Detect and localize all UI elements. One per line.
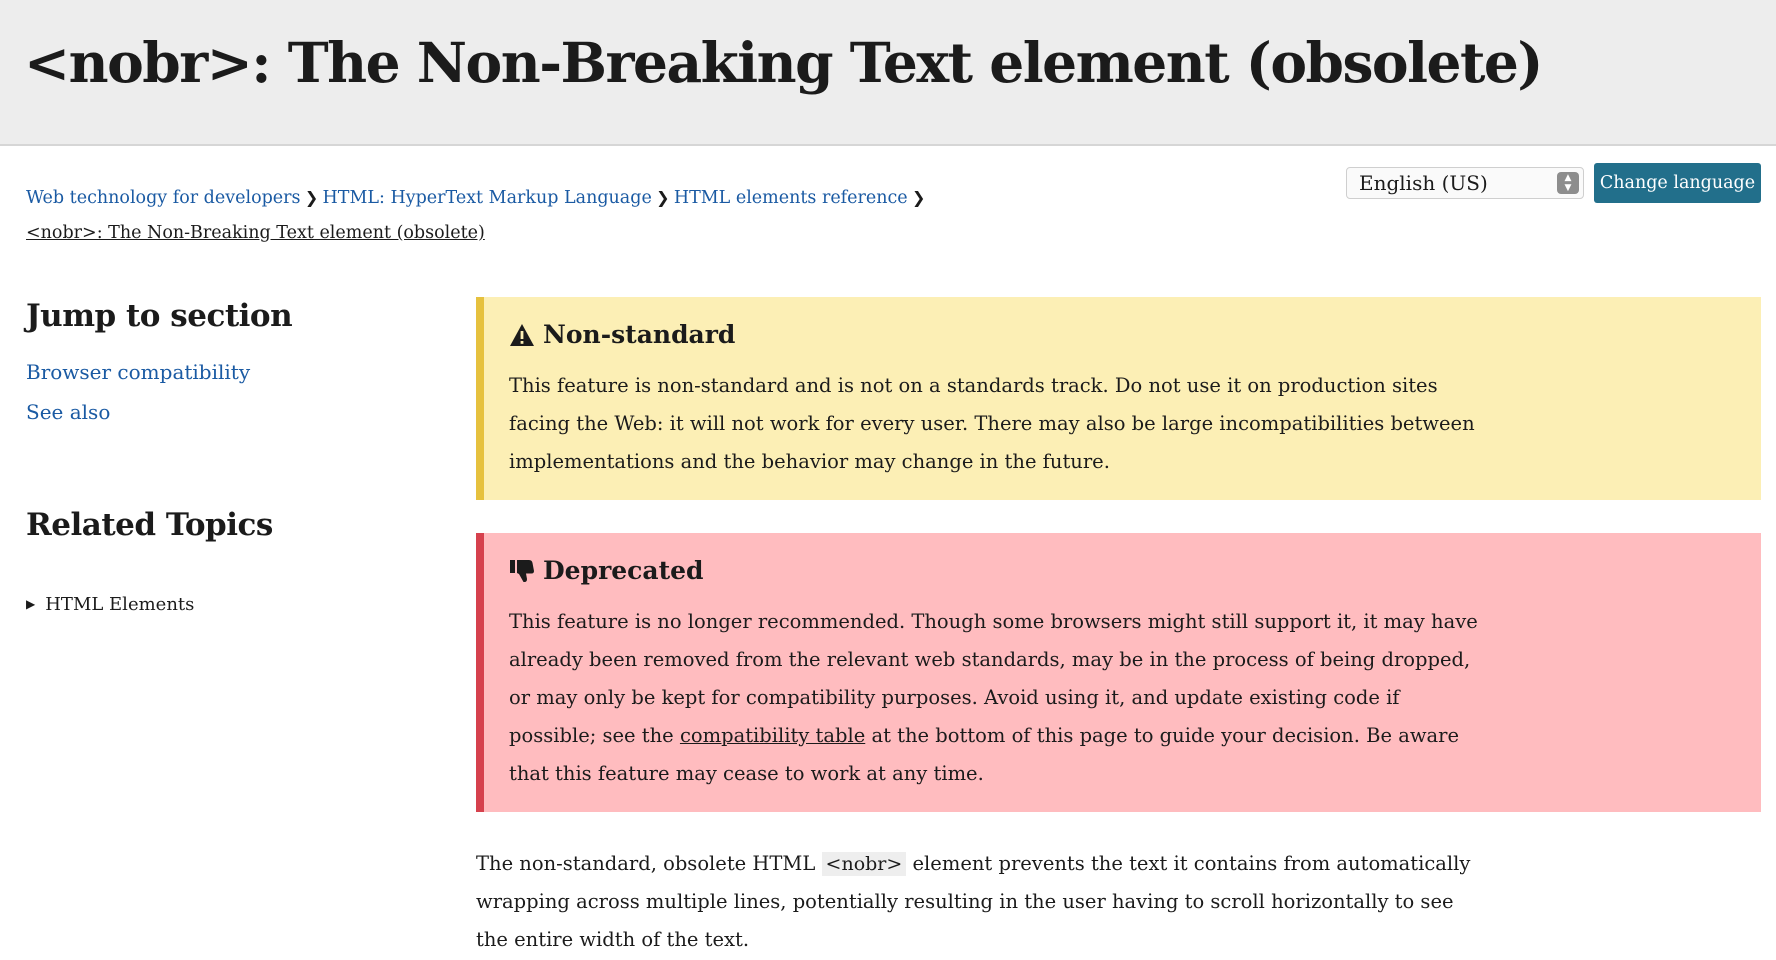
chevron-right-icon: ❯ xyxy=(304,188,319,207)
jump-link-browser-compatibility[interactable]: Browser compatibility xyxy=(26,360,250,384)
nonstandard-notice-body: This feature is non-standard and is not … xyxy=(509,374,1475,473)
chevron-right-icon: ❯ xyxy=(656,188,670,207)
compatibility-table-link[interactable]: compatibility table xyxy=(680,724,865,747)
deprecated-notice-body: This feature is no longer recommended. T… xyxy=(509,603,1489,793)
intro-text: The non-standard, obsolete HTML xyxy=(476,852,816,875)
deprecated-notice-title-text: Deprecated xyxy=(543,556,704,585)
breadcrumb-link-html[interactable]: HTML: HyperText Markup Language xyxy=(323,188,652,208)
breadcrumb-link-web-technology[interactable]: Web technology for developers xyxy=(26,188,301,208)
chevron-right-icon: ❯ xyxy=(911,188,926,207)
jump-to-section-heading: Jump to section xyxy=(26,298,293,334)
related-topic-label: HTML Elements xyxy=(45,594,195,615)
deprecated-notice-title: Deprecated xyxy=(509,556,704,585)
nonstandard-notice: Non-standard This feature is non-standar… xyxy=(476,297,1761,500)
change-language-button[interactable]: Change language xyxy=(1594,163,1761,203)
select-arrows-icon: ▲ ▼ xyxy=(1557,172,1579,194)
intro-paragraph: The non-standard, obsolete HTML <nobr> e… xyxy=(476,845,1476,959)
breadcrumb-link-elements-reference[interactable]: HTML elements reference xyxy=(674,188,908,208)
breadcrumb-current-page[interactable]: <nobr>: The Non-Breaking Text element (o… xyxy=(26,223,485,243)
title-bar: <nobr>: The Non-Breaking Text element (o… xyxy=(0,0,1776,146)
related-topic-html-elements[interactable]: ▶ HTML Elements xyxy=(26,594,194,615)
warning-icon xyxy=(510,323,534,346)
related-topics-heading: Related Topics xyxy=(26,507,273,543)
disclosure-triangle-icon: ▶ xyxy=(26,597,36,611)
jump-link-see-also[interactable]: See also xyxy=(26,400,110,424)
nobr-code: <nobr> xyxy=(821,852,907,876)
breadcrumb: Web technology for developers ❯ HTML: Hype… xyxy=(26,180,1316,251)
deprecated-notice: Deprecated This feature is no longer rec… xyxy=(476,533,1761,812)
nonstandard-notice-title: Non-standard xyxy=(509,320,735,349)
page-title: <nobr>: The Non-Breaking Text element (o… xyxy=(24,30,1543,95)
nonstandard-notice-title-text: Non-standard xyxy=(543,320,736,349)
thumbs-down-icon xyxy=(510,559,534,582)
language-select[interactable]: English (US) ▲ ▼ xyxy=(1346,167,1584,199)
language-select-value: English (US) xyxy=(1359,171,1488,195)
